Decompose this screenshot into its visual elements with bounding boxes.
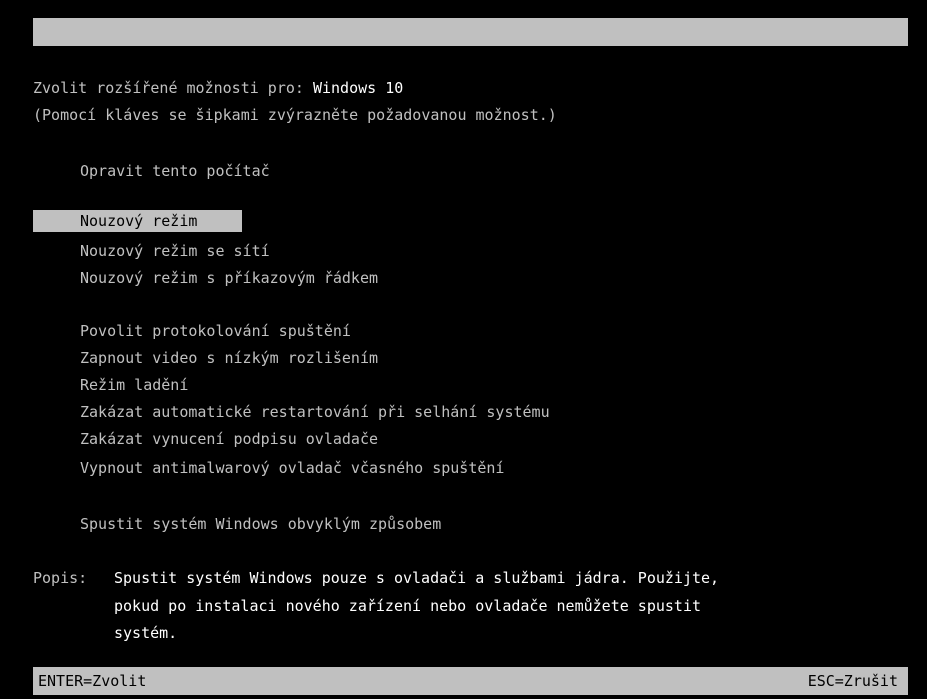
screen-title-bar: Rozšířené možnosti spuštění <box>33 18 908 69</box>
menu-item-disable-driver-signature[interactable]: Zakázat vynucení podpisu ovladače <box>33 428 378 450</box>
menu-item-disable-auto-restart[interactable]: Zakázat automatické restartování při sel… <box>33 401 550 423</box>
description-line-3: systém. <box>114 624 178 642</box>
esc-key-hint: ESC=Zrušit <box>807 672 898 690</box>
navigation-hint: (Pomocí kláves se šipkami zvýrazněte pož… <box>33 106 557 124</box>
menu-item-boot-logging[interactable]: Povolit protokolování spuštění <box>33 320 351 342</box>
menu-item-repair[interactable]: Opravit tento počítač <box>33 160 270 182</box>
menu-item-debugging-mode[interactable]: Režim ladění <box>33 374 188 396</box>
description-line-2: pokud po instalaci nového zařízení nebo … <box>114 597 701 615</box>
menu-item-safe-mode-command-prompt[interactable]: Nouzový režim s příkazovým řádkem <box>33 267 378 289</box>
description-line-1: Spustit systém Windows pouze s ovladači … <box>114 569 720 587</box>
choose-options-label: Zvolit rozšířené možnosti pro: <box>33 79 313 97</box>
menu-item-safe-mode[interactable]: Nouzový režim <box>33 210 242 232</box>
menu-item-start-normally[interactable]: Spustit systém Windows obvyklým způsobem <box>33 513 441 535</box>
screen-title: Rozšířené možnosti spuštění <box>357 51 602 69</box>
menu-item-safe-mode-networking[interactable]: Nouzový režim se sítí <box>33 240 270 262</box>
os-name: Windows 10 <box>312 79 404 97</box>
enter-key-hint: ENTER=Zvolit <box>38 672 147 690</box>
choose-options-line: Zvolit rozšířené možnosti pro: Windows 1… <box>33 77 403 99</box>
menu-item-disable-early-antimalware[interactable]: Vypnout antimalwarový ovladač včasného s… <box>33 457 504 479</box>
menu-item-low-resolution-video[interactable]: Zapnout video s nízkým rozlišením <box>33 347 378 369</box>
footer-bar: ENTER=Zvolit ESC=Zrušit <box>33 667 908 695</box>
description-label: Popis: <box>33 569 97 587</box>
